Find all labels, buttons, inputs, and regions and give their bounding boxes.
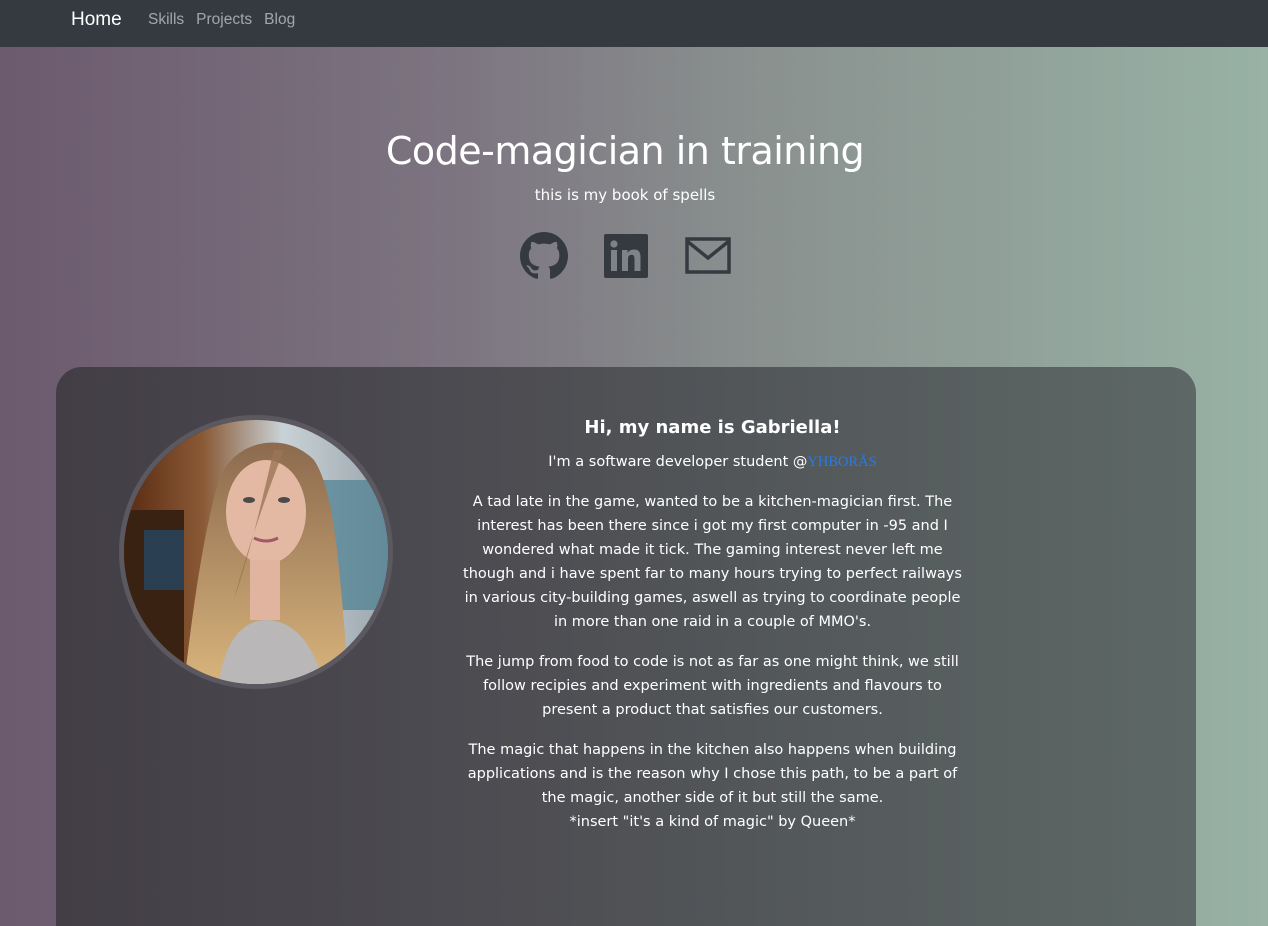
nav-projects-link[interactable]: Projects — [196, 11, 252, 29]
profile-photo — [119, 415, 393, 689]
about-paragraph-3-quote: *insert "it's a kind of magic" by Queen* — [569, 814, 856, 830]
hero-title: Code-magician in training — [385, 129, 865, 173]
about-intro: I'm a software developer student @YHBORÅ… — [460, 450, 965, 474]
about-paragraph-2: The jump from food to code is not as far… — [466, 654, 959, 718]
mail-icon[interactable] — [685, 237, 731, 279]
nav-skills-link[interactable]: Skills — [148, 11, 184, 29]
navbar: Home Skills Projects Blog — [0, 0, 1268, 47]
about-paragraph-1: A tad late in the game, wanted to be a k… — [463, 494, 962, 630]
about-paragraph-3-text: The magic that happens in the kitchen al… — [467, 742, 958, 806]
about-heading: Hi, my name is Gabriella! — [584, 417, 841, 438]
about-paragraph-3: The magic that happens in the kitchen al… — [460, 738, 965, 834]
about-intro-text: I'm a software developer student @ — [548, 454, 808, 470]
about-section: Hi, my name is Gabriella! I'm a software… — [460, 414, 965, 834]
github-icon[interactable] — [519, 232, 569, 284]
nav-blog-link[interactable]: Blog — [264, 11, 295, 29]
hero-subtitle: this is my book of spells — [534, 186, 716, 204]
linkedin-icon[interactable] — [604, 234, 648, 282]
nav-links: Skills Projects Blog — [148, 11, 307, 29]
school-link[interactable]: YHBORÅS — [807, 454, 876, 470]
nav-home-link[interactable]: Home — [71, 9, 122, 31]
